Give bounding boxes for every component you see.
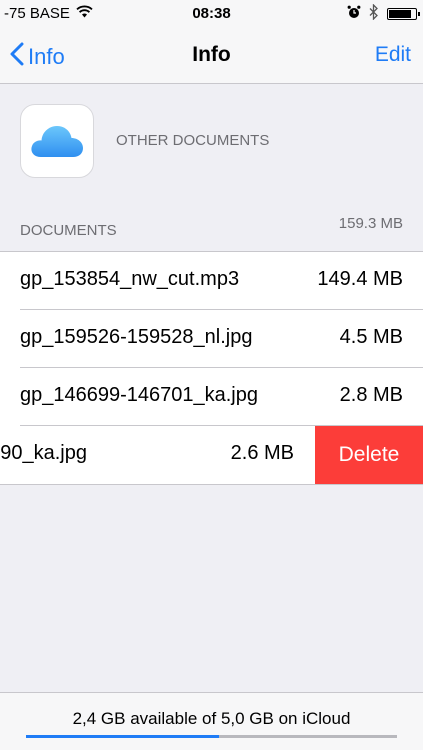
section-title: DOCUMENTS [20, 222, 117, 239]
swiped-row-content[interactable]: 90_ka.jpg 2.6 MB [0, 426, 315, 484]
page-title: Info [192, 43, 231, 66]
storage-footer: 2,4 GB available of 5,0 GB on iCloud [0, 692, 423, 750]
delete-button[interactable]: Delete [315, 426, 423, 484]
navigation-bar: Info Info Edit [0, 28, 423, 84]
documents-section-header: DOCUMENTS 159.3 MB [20, 214, 403, 242]
app-label: OTHER DOCUMENTS [116, 132, 270, 149]
file-size: 4.5 MB [339, 326, 403, 348]
list-item[interactable]: gp_153854_nw_cut.mp3 149.4 MB [0, 252, 423, 310]
list-item[interactable]: gp_159526-159528_nl.jpg 4.5 MB [0, 309, 423, 368]
list-item-swiped[interactable]: 90_ka.jpg 2.6 MB Delete [0, 425, 423, 484]
documents-list: gp_153854_nw_cut.mp3 149.4 MB gp_159526-… [0, 251, 423, 485]
app-header: OTHER DOCUMENTS [20, 104, 400, 180]
storage-progress-fill [26, 735, 219, 738]
file-size: 149.4 MB [317, 268, 403, 290]
status-bar: -75 BASE 08:38 [0, 0, 423, 28]
status-right [347, 3, 420, 24]
file-size: 2.6 MB [230, 442, 294, 464]
row-separator [20, 309, 423, 310]
file-size: 2.8 MB [339, 384, 403, 406]
battery-icon [387, 8, 420, 20]
storage-text: 2,4 GB available of 5,0 GB on iCloud [72, 709, 351, 728]
file-name: gp_159526-159528_nl.jpg [20, 326, 253, 348]
section-total-size: 159.3 MB [338, 215, 403, 232]
storage-progress-bar [26, 735, 397, 738]
file-name: 90_ka.jpg [0, 442, 87, 464]
list-item[interactable]: gp_146699-146701_ka.jpg 2.8 MB [0, 367, 423, 426]
file-name: gp_153854_nw_cut.mp3 [20, 268, 240, 290]
bluetooth-icon [369, 3, 379, 24]
alarm-icon [347, 5, 361, 23]
icloud-icon [20, 104, 94, 178]
edit-button[interactable]: Edit [375, 43, 411, 67]
row-separator [20, 367, 423, 368]
file-name: gp_146699-146701_ka.jpg [20, 384, 258, 406]
